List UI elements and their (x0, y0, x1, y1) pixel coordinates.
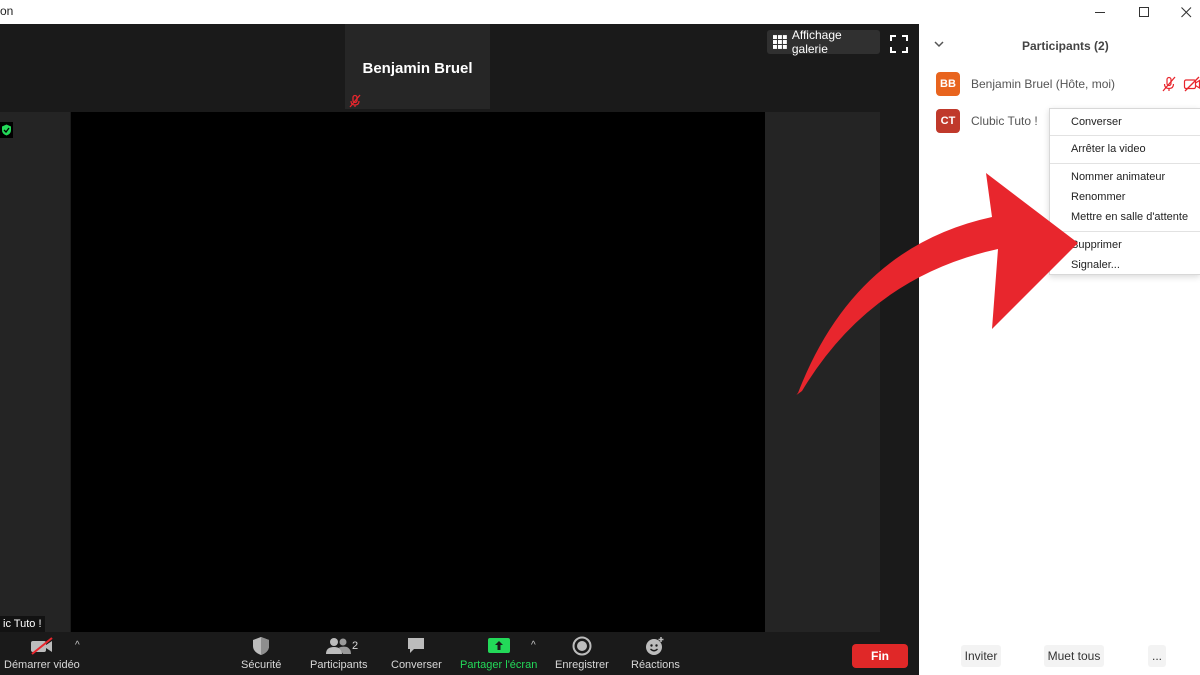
end-meeting-button[interactable]: Fin (852, 644, 908, 668)
gallery-view-button[interactable]: Affichage galerie (767, 28, 880, 56)
record-icon (572, 636, 592, 656)
panel-title: Participants (2) (1022, 39, 1109, 53)
security-button[interactable]: Sécurité (241, 636, 281, 671)
close-icon (1180, 6, 1191, 17)
avatar: CT (936, 109, 960, 133)
right-video-margin (765, 112, 880, 632)
main-video (71, 112, 765, 632)
video-name-tag: ic Tuto ! (0, 616, 45, 632)
participants-button[interactable]: Participants (310, 636, 367, 671)
grid-icon (773, 35, 787, 49)
menu-item-stop-video[interactable]: Arrêter la video (1071, 143, 1146, 155)
menu-item-report[interactable]: Signaler... (1071, 259, 1120, 271)
close-button[interactable] (1164, 0, 1200, 24)
menu-item-chat[interactable]: Converser (1071, 116, 1122, 128)
video-off-icon[interactable] (1183, 76, 1200, 92)
record-button[interactable]: Enregistrer (555, 636, 609, 671)
reactions-label: Réactions (631, 659, 680, 671)
participant-thumbnail[interactable]: Benjamin Bruel (345, 24, 490, 109)
share-screen-button[interactable]: Partager l'écran (460, 636, 537, 671)
chat-label: Converser (391, 659, 442, 671)
avatar: BB (936, 72, 960, 96)
maximize-icon (1138, 6, 1149, 17)
chat-button[interactable]: Converser (391, 636, 442, 671)
muted-mic-icon (349, 94, 361, 108)
menu-divider (1050, 135, 1200, 136)
participant-context-menu: Converser Arrêter la video Nommer animat… (1049, 108, 1200, 275)
participant-name: Benjamin Bruel (Hôte, moi) (971, 77, 1116, 91)
meeting-toolbar: Démarrer vidéo ^ Sécurité Participants 2… (0, 632, 919, 675)
share-options-caret[interactable]: ^ (531, 640, 536, 651)
thumbnail-strip: Benjamin Bruel Affichage galerie (0, 24, 919, 112)
menu-divider (1050, 231, 1200, 232)
share-screen-label: Partager l'écran (460, 659, 538, 671)
thumbnail-name: Benjamin Bruel (362, 60, 473, 77)
participants-count-badge: 2 (352, 640, 359, 652)
video-options-caret[interactable]: ^ (75, 640, 80, 651)
minimize-button[interactable] (1078, 0, 1122, 24)
verified-shield-icon (0, 122, 13, 138)
participants-label: Participants (310, 659, 368, 671)
security-label: Sécurité (241, 659, 282, 671)
menu-divider (1050, 163, 1200, 164)
maximize-button[interactable] (1122, 0, 1166, 24)
menu-item-rename[interactable]: Renommer (1071, 191, 1125, 203)
left-video-tile (0, 112, 70, 632)
more-options-button[interactable]: ... (1148, 645, 1166, 667)
gallery-view-label: Affichage galerie (791, 28, 842, 56)
participant-row[interactable]: BB Benjamin Bruel (Hôte, moi) (936, 72, 1115, 96)
share-screen-icon (487, 638, 510, 653)
start-video-label: Démarrer vidéo (4, 659, 80, 671)
chat-bubble-icon (408, 638, 425, 653)
mute-all-button[interactable]: Muet tous (1044, 645, 1104, 667)
window-title: on (0, 4, 14, 18)
invite-button[interactable]: Inviter (961, 645, 1001, 667)
fullscreen-icon[interactable] (889, 34, 909, 54)
chevron-down-icon[interactable] (933, 38, 945, 50)
shield-icon (253, 637, 270, 655)
minimize-icon (1094, 11, 1105, 13)
participants-icon (325, 638, 351, 654)
participant-row[interactable]: CT Clubic Tuto ! (936, 109, 1038, 133)
menu-item-remove[interactable]: Supprimer (1071, 239, 1122, 251)
participant-status-icons (1161, 76, 1200, 92)
title-bar: on (0, 0, 1200, 24)
smiley-icon (646, 637, 664, 655)
zoom-window: on Benjamin Bruel Affichage galerie ic T… (0, 0, 1200, 675)
start-video-button[interactable]: Démarrer vidéo (4, 636, 80, 671)
menu-item-waiting-room[interactable]: Mettre en salle d'attente (1071, 211, 1188, 223)
reactions-button[interactable]: Réactions (631, 636, 680, 671)
record-label: Enregistrer (555, 659, 609, 671)
video-area: Benjamin Bruel Affichage galerie ic Tuto… (0, 24, 919, 632)
participant-name: Clubic Tuto ! (971, 114, 1038, 128)
menu-item-make-host[interactable]: Nommer animateur (1071, 171, 1165, 183)
muted-mic-icon[interactable] (1161, 76, 1177, 92)
video-off-icon (30, 637, 53, 655)
